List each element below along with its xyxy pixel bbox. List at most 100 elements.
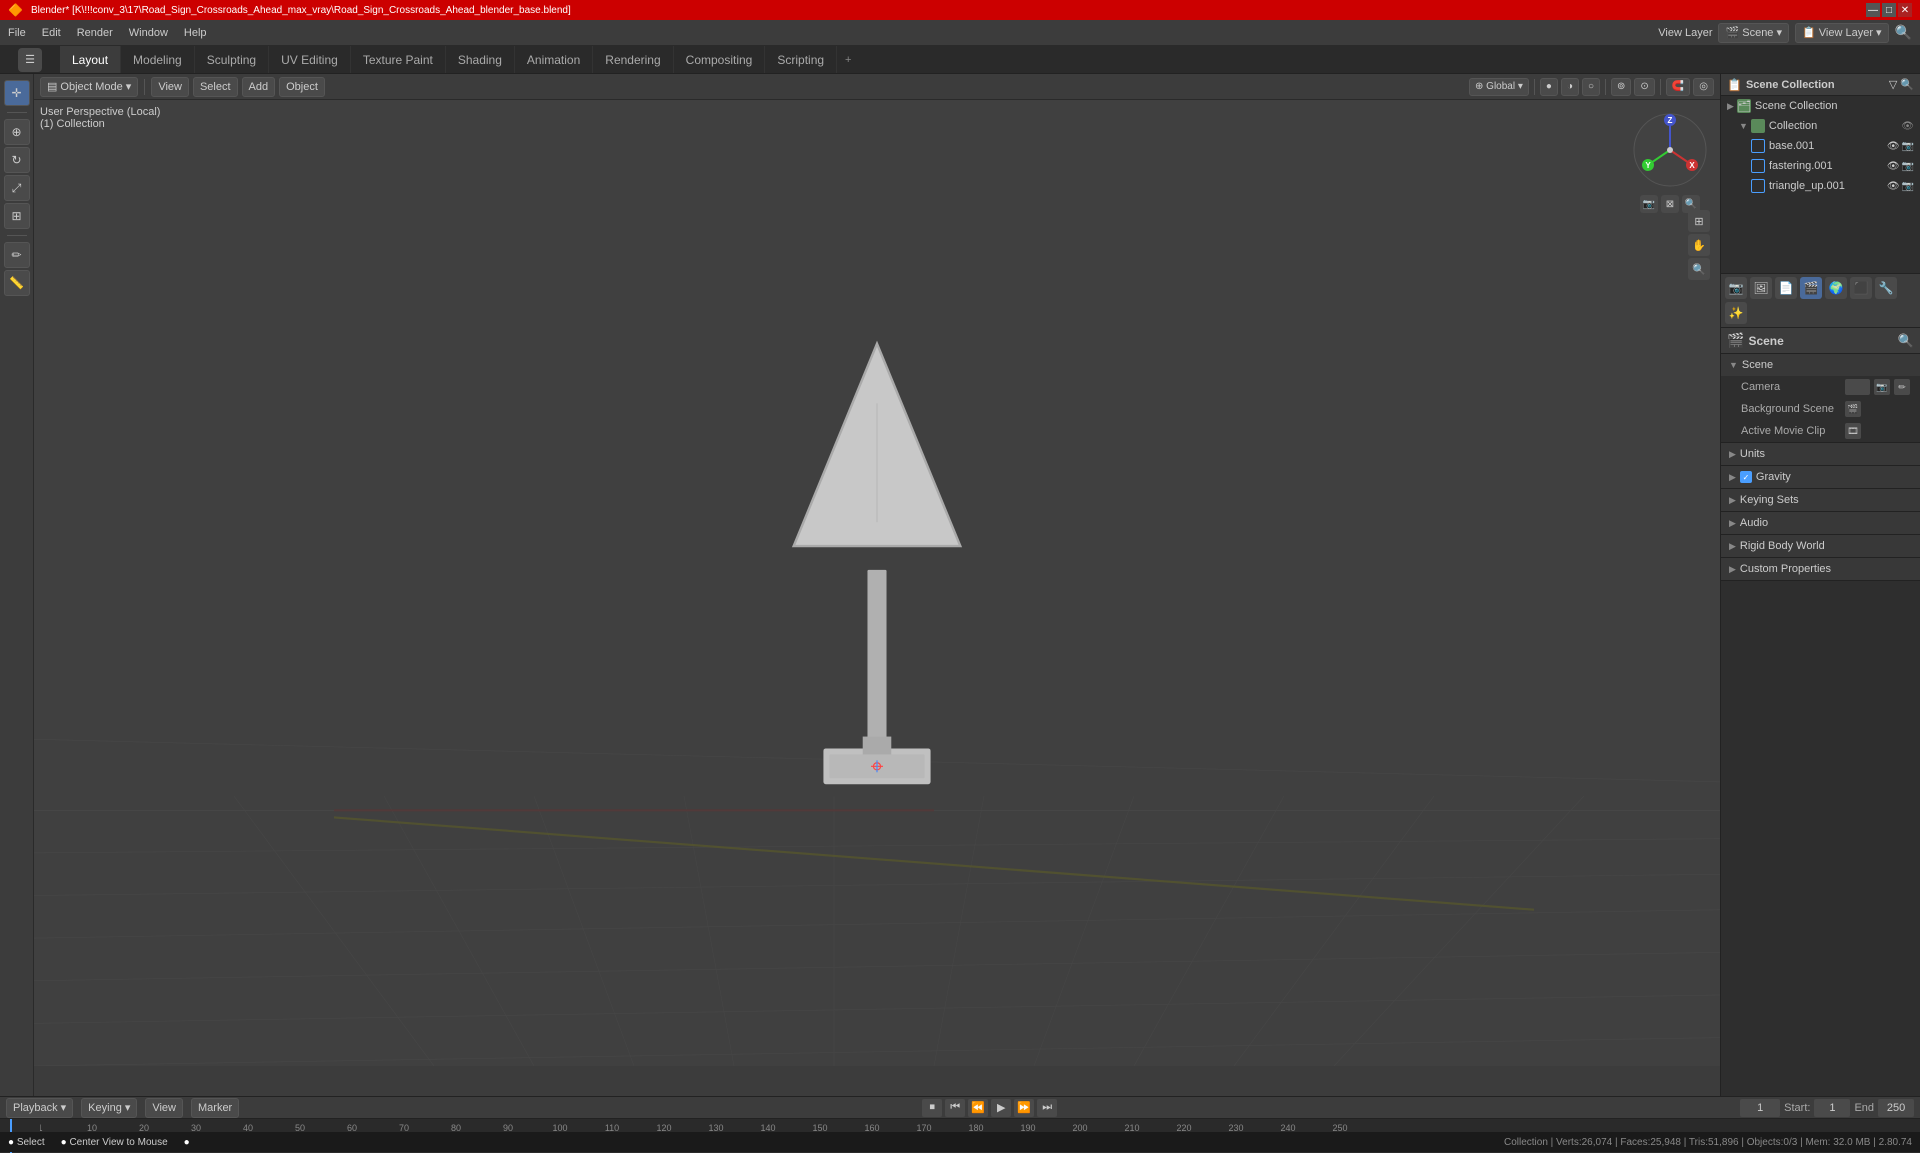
camera-edit-icon[interactable]: ✏ [1894, 379, 1910, 395]
cursor-tool-button[interactable]: ✛ [4, 80, 30, 106]
maximize-button[interactable]: □ [1882, 3, 1896, 17]
outliner-scene-collection[interactable]: ▶ 🗂 Scene Collection [1721, 96, 1920, 116]
gizmo-toggle[interactable]: ⊙ [1634, 78, 1654, 96]
tab-texture-paint[interactable]: Texture Paint [351, 46, 446, 73]
current-frame-input[interactable]: 1 [1740, 1099, 1780, 1117]
viewport-shading-rendered[interactable]: ○ [1582, 78, 1600, 96]
tab-animation[interactable]: Animation [515, 46, 593, 73]
measure-tool-button[interactable]: 📏 [4, 270, 30, 296]
snapping-toggle[interactable]: 🧲 [1666, 78, 1690, 96]
transform-tool-button[interactable]: ⊞ [4, 203, 30, 229]
prev-frame-button[interactable]: ⏪ [968, 1099, 988, 1117]
tab-sculpting[interactable]: Sculpting [195, 46, 269, 73]
annotate-tool-button[interactable]: ✏ [4, 242, 30, 268]
tab-scripting[interactable]: Scripting [765, 46, 837, 73]
collection-visibility-icon[interactable]: 👁 [1901, 121, 1914, 132]
keying-sets-section-header[interactable]: ▶ Keying Sets [1721, 489, 1920, 511]
modifier-properties-icon[interactable]: 🔧 [1875, 277, 1897, 299]
gravity-section-header[interactable]: ▶ ✓ Gravity [1721, 466, 1920, 488]
window-controls[interactable]: — □ ✕ [1866, 3, 1912, 17]
particles-properties-icon[interactable]: ✨ [1725, 302, 1747, 324]
units-section-header[interactable]: ▶ Units [1721, 443, 1920, 465]
search-icon[interactable]: 🔍 [1895, 24, 1912, 41]
menu-edit[interactable]: Edit [34, 20, 69, 45]
scene-section-header[interactable]: ▼ Scene [1721, 354, 1920, 376]
triangle-up-render-icon[interactable]: 📷 [1902, 181, 1914, 192]
properties-search-icon[interactable]: 🔍 [1898, 333, 1914, 349]
tab-compositing[interactable]: Compositing [674, 46, 766, 73]
skip-end-button[interactable]: ⏭ [1037, 1099, 1057, 1117]
end-frame-input[interactable]: 250 [1878, 1099, 1914, 1117]
rotate-tool-button[interactable]: ↻ [4, 147, 30, 173]
view-layer-selector[interactable]: 📋 View Layer ▾ [1795, 23, 1889, 43]
menu-file[interactable]: File [0, 20, 34, 45]
view-timeline-menu[interactable]: View [145, 1098, 183, 1118]
add-workspace-button[interactable]: + [837, 50, 859, 70]
outliner-search-icon[interactable]: 🔍 [1900, 78, 1914, 91]
camera-view-button[interactable]: 📷 [1640, 195, 1658, 213]
viewport-shading-material[interactable]: ◑ [1561, 78, 1579, 96]
menu-window[interactable]: Window [121, 20, 176, 45]
stop-button[interactable]: ⏹ [922, 1099, 942, 1117]
outliner-fastering-001[interactable]: fastering.001 👁 📷 [1745, 156, 1920, 176]
tab-rendering[interactable]: Rendering [593, 46, 673, 73]
scale-tool-button[interactable]: ⤢ [4, 175, 30, 201]
tab-uv-editing[interactable]: UV Editing [269, 46, 351, 73]
camera-value[interactable] [1845, 379, 1870, 395]
menu-render[interactable]: Render [69, 20, 121, 45]
view-layer-properties-icon[interactable]: 📄 [1775, 277, 1797, 299]
start-frame-input[interactable]: 1 [1814, 1099, 1850, 1117]
skip-start-button[interactable]: ⏮ [945, 1099, 965, 1117]
outliner-triangle-up-001[interactable]: triangle_up.001 👁 📷 [1745, 176, 1920, 196]
marker-menu[interactable]: Marker [191, 1098, 239, 1118]
rigid-body-world-section-header[interactable]: ▶ Rigid Body World [1721, 535, 1920, 557]
world-properties-icon[interactable]: 🌍 [1825, 277, 1847, 299]
proportional-edit[interactable]: ◎ [1693, 78, 1714, 96]
outliner-filter-icon[interactable]: ▽ [1889, 78, 1897, 91]
viewport[interactable]: User Perspective (Local) (1) Collection … [34, 100, 1720, 1066]
grid-tool-button[interactable]: ⊞ [1688, 210, 1710, 232]
playback-menu[interactable]: Playback ▾ [6, 1098, 73, 1118]
select-menu[interactable]: Select [193, 77, 238, 97]
move-tool-button[interactable]: ⊕ [4, 119, 30, 145]
minimize-button[interactable]: — [1866, 3, 1880, 17]
audio-section-header[interactable]: ▶ Audio [1721, 512, 1920, 534]
base-001-render-icon[interactable]: 📷 [1902, 141, 1914, 152]
zoom-tool-button[interactable]: 🔍 [1688, 258, 1710, 280]
global-local-toggle[interactable]: ⊕ Global ▾ [1469, 78, 1529, 96]
camera-browse-icon[interactable]: 📷 [1874, 379, 1890, 395]
perspective-toggle[interactable]: ⊠ [1661, 195, 1679, 213]
object-properties-icon[interactable]: ⬛ [1850, 277, 1872, 299]
keying-menu[interactable]: Keying ▾ [81, 1098, 137, 1118]
outliner-base-001[interactable]: base.001 👁 📷 [1745, 136, 1920, 156]
outliner-collection[interactable]: ▼ Collection 👁 [1733, 116, 1920, 136]
output-properties-icon[interactable]: 🖼 [1750, 277, 1772, 299]
triangle-up-vis-icon[interactable]: 👁 [1887, 181, 1900, 192]
gravity-checkbox[interactable]: ✓ [1740, 471, 1752, 483]
tab-layout[interactable]: Layout [60, 46, 121, 73]
active-clip-icon[interactable]: 🎞 [1845, 423, 1861, 439]
tab-shading[interactable]: Shading [446, 46, 515, 73]
object-menu[interactable]: Object [279, 77, 325, 97]
fastering-001-vis-icon[interactable]: 👁 [1887, 161, 1900, 172]
view-menu[interactable]: View [151, 77, 189, 97]
play-button[interactable]: ▶ [991, 1099, 1011, 1117]
render-properties-icon[interactable]: 📷 [1725, 277, 1747, 299]
navigation-gizmo[interactable]: Z X Y 📷 ⊠ 🔍 [1630, 110, 1710, 190]
custom-properties-section-header[interactable]: ▶ Custom Properties [1721, 558, 1920, 580]
fastering-001-render-icon[interactable]: 📷 [1902, 161, 1914, 172]
object-mode-selector[interactable]: ▤ Object Mode ▾ [40, 77, 138, 97]
viewport-shading-solid[interactable]: ● [1540, 78, 1558, 96]
scene-selector[interactable]: 🎬 Scene ▾ [1718, 23, 1789, 43]
workspace-icon[interactable]: ☰ [18, 48, 42, 72]
next-frame-button[interactable]: ⏩ [1014, 1099, 1034, 1117]
grab-tool-button[interactable]: ✋ [1688, 234, 1710, 256]
menu-help[interactable]: Help [176, 20, 215, 45]
background-scene-icon[interactable]: 🎬 [1845, 401, 1861, 417]
scene-properties-icon[interactable]: 🎬 [1800, 277, 1822, 299]
overlay-toggle[interactable]: ⊚ [1611, 78, 1631, 96]
close-button[interactable]: ✕ [1898, 3, 1912, 17]
base-001-vis-icon[interactable]: 👁 [1887, 141, 1900, 152]
tab-modeling[interactable]: Modeling [121, 46, 195, 73]
add-menu[interactable]: Add [242, 77, 276, 97]
